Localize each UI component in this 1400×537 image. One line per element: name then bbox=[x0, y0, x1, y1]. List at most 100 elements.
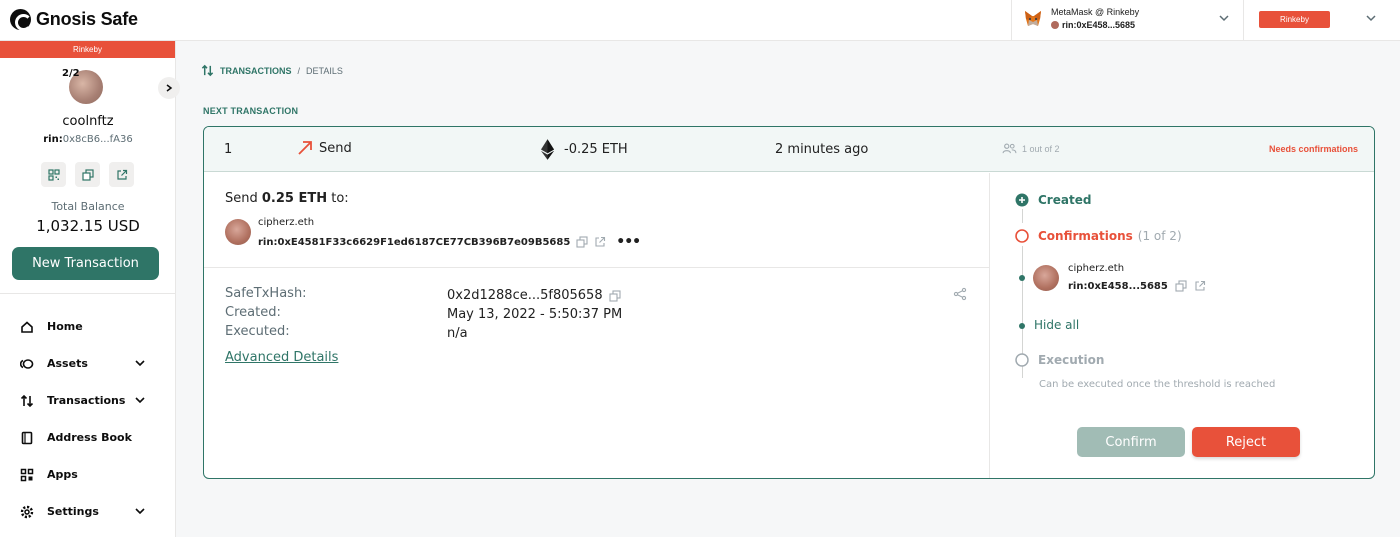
breadcrumb-separator: / bbox=[297, 65, 301, 76]
qr-code-button[interactable] bbox=[41, 162, 66, 187]
chevron-down-icon[interactable] bbox=[1217, 11, 1231, 25]
inactive-circle-icon bbox=[1015, 353, 1029, 367]
tx-info-row: SafeTxHash: 0x2d1288ce...5f805658 bbox=[225, 286, 622, 305]
tx-info-row: Created: May 13, 2022 - 5:50:37 PM bbox=[225, 305, 622, 324]
breadcrumb-current: DETAILS bbox=[306, 65, 343, 76]
total-balance-value: 1,032.15 USD bbox=[36, 217, 140, 235]
sidebar-item-assets[interactable]: Assets bbox=[0, 345, 176, 382]
safe-address: rin:0x8cB6...fA36 bbox=[0, 134, 176, 145]
timeline-line bbox=[1022, 209, 1023, 223]
timeline-confirmations-label: Confirmations bbox=[1038, 229, 1133, 243]
app-logo[interactable]: Gnosis Safe bbox=[10, 9, 138, 31]
sidebar-divider bbox=[0, 293, 176, 294]
safe-name: coolnftz bbox=[62, 114, 114, 129]
sidebar-nav: Home Assets Transactions Address Book Ap… bbox=[0, 308, 176, 530]
owner-avatar bbox=[1033, 265, 1059, 291]
sidebar-item-label: Apps bbox=[47, 468, 78, 481]
tx-confirmations-text: 1 out of 2 bbox=[1022, 143, 1060, 154]
owners-threshold-badge: 2/2 bbox=[62, 68, 80, 79]
sidebar-item-transactions[interactable]: Transactions bbox=[0, 382, 176, 419]
send-amount: 0.25 ETH bbox=[261, 191, 328, 206]
sidebar-item-home[interactable]: Home bbox=[0, 308, 176, 345]
recipient-address-prefix: rin: bbox=[258, 236, 278, 248]
send-summary: Send 0.25 ETH to: bbox=[225, 191, 349, 206]
timeline-dot bbox=[1019, 275, 1025, 281]
check-circle-icon bbox=[1015, 193, 1029, 207]
tx-status: Needs confirmations bbox=[1269, 144, 1359, 154]
apps-icon bbox=[20, 468, 34, 481]
new-transaction-button[interactable]: New Transaction bbox=[12, 247, 159, 280]
hide-all-button[interactable]: Hide all bbox=[1034, 318, 1079, 332]
address-book-icon bbox=[21, 431, 33, 444]
chevron-down-icon bbox=[135, 360, 145, 367]
sidebar-toggle-button[interactable] bbox=[158, 77, 180, 99]
sidebar: Rinkeby 2/2 coolnftz rin:0x8cB6...fA36 T… bbox=[0, 41, 180, 537]
chevron-right-icon bbox=[166, 84, 173, 92]
recipient-address: rin:0xE4581F33c6629F1ed6187CE77CB396B7e0… bbox=[258, 234, 641, 250]
sidebar-item-label: Assets bbox=[47, 357, 88, 370]
owner-address-prefix: rin: bbox=[1068, 280, 1088, 292]
pending-circle-icon bbox=[1015, 229, 1029, 243]
app-name: Gnosis Safe bbox=[36, 9, 138, 29]
copy-icon[interactable] bbox=[576, 236, 588, 248]
sidebar-item-settings[interactable]: Settings bbox=[0, 493, 176, 530]
details-divider bbox=[204, 267, 990, 268]
owner-address: rin:0xE458...5685 bbox=[1068, 280, 1206, 292]
timeline-dot bbox=[1019, 323, 1025, 329]
created-value: May 13, 2022 - 5:50:37 PM bbox=[447, 307, 623, 322]
owner-address-text: 0xE458...5685 bbox=[1087, 280, 1168, 292]
wallet-name: MetaMask @ Rinkeby bbox=[1051, 7, 1140, 17]
gnosis-logo-icon bbox=[10, 9, 32, 31]
tx-details-pane: Send 0.25 ETH to: cipherz.eth rin:0xE458… bbox=[204, 173, 990, 478]
copy-address-button[interactable] bbox=[75, 162, 100, 187]
timeline-step-confirmations: Confirmations (1 of 2) bbox=[1015, 229, 1182, 243]
timeline-confirmations-count: (1 of 2) bbox=[1137, 229, 1182, 243]
tx-info-list: SafeTxHash: 0x2d1288ce...5f805658 Create… bbox=[225, 286, 622, 343]
execution-note: Can be executed once the threshold is re… bbox=[1039, 379, 1276, 390]
sidebar-item-address-book[interactable]: Address Book bbox=[0, 419, 176, 456]
ethereum-icon bbox=[541, 139, 554, 160]
advanced-details-link[interactable]: Advanced Details bbox=[225, 350, 338, 365]
safe-tx-hash-text: 0x2d1288ce...5f805658 bbox=[447, 288, 603, 303]
transaction-card: 1 Send -0.25 ETH 2 minutes ago 1 out of … bbox=[203, 126, 1375, 479]
recipient-address-text: 0xE4581F33c6629F1ed6187CE77CB396B7e09B56… bbox=[277, 236, 571, 248]
sidebar-item-label: Settings bbox=[47, 505, 99, 518]
settings-icon bbox=[20, 505, 34, 518]
timeline-step-created: Created bbox=[1015, 193, 1091, 207]
transaction-summary-row[interactable]: 1 Send -0.25 ETH 2 minutes ago 1 out of … bbox=[204, 127, 1374, 172]
sidebar-item-apps[interactable]: Apps bbox=[0, 456, 176, 493]
network-chevron-down-icon[interactable] bbox=[1364, 11, 1378, 25]
breadcrumb: TRANSACTIONS / DETAILS bbox=[201, 64, 343, 77]
tx-amount-value: -0.25 ETH bbox=[564, 142, 628, 157]
top-bar: Gnosis Safe MetaMask @ Rinkeby rin:0xE45… bbox=[0, 0, 1400, 41]
wallet-connection[interactable]: MetaMask @ Rinkeby rin:0xE458...5685 bbox=[1011, 0, 1244, 41]
external-link-icon[interactable] bbox=[1194, 280, 1206, 292]
more-options-icon[interactable]: ••• bbox=[616, 234, 641, 250]
copy-icon[interactable] bbox=[609, 289, 621, 302]
external-link-icon bbox=[116, 169, 127, 180]
reject-button[interactable]: Reject bbox=[1192, 427, 1300, 457]
executed-label: Executed: bbox=[225, 324, 290, 339]
sidebar-item-label: Transactions bbox=[47, 394, 126, 407]
share-icon[interactable] bbox=[953, 287, 967, 301]
owners-icon bbox=[1002, 143, 1017, 154]
breadcrumb-transactions[interactable]: TRANSACTIONS bbox=[220, 66, 292, 76]
recipient-name: cipherz.eth bbox=[258, 217, 315, 228]
tx-confirmations: 1 out of 2 bbox=[1002, 143, 1060, 154]
executed-value: n/a bbox=[447, 326, 468, 341]
tx-time: 2 minutes ago bbox=[775, 142, 869, 157]
wallet-avatar bbox=[1051, 21, 1059, 29]
tx-type: Send bbox=[297, 140, 352, 156]
safe-address-prefix: rin: bbox=[43, 134, 63, 145]
open-explorer-button[interactable] bbox=[109, 162, 134, 187]
wallet-address-text: rin:0xE458...5685 bbox=[1062, 20, 1136, 30]
section-title: NEXT TRANSACTION bbox=[203, 106, 299, 116]
wallet-address: rin:0xE458...5685 bbox=[1051, 20, 1135, 30]
timeline-created-label: Created bbox=[1038, 193, 1092, 207]
tx-status-timeline: Created Confirmations (1 of 2) cipherz.e… bbox=[991, 173, 1374, 478]
qr-code-icon bbox=[47, 168, 60, 181]
confirm-button[interactable]: Confirm bbox=[1077, 427, 1185, 457]
external-link-icon[interactable] bbox=[594, 236, 606, 248]
chevron-down-icon bbox=[135, 397, 145, 404]
copy-icon[interactable] bbox=[1175, 280, 1187, 292]
